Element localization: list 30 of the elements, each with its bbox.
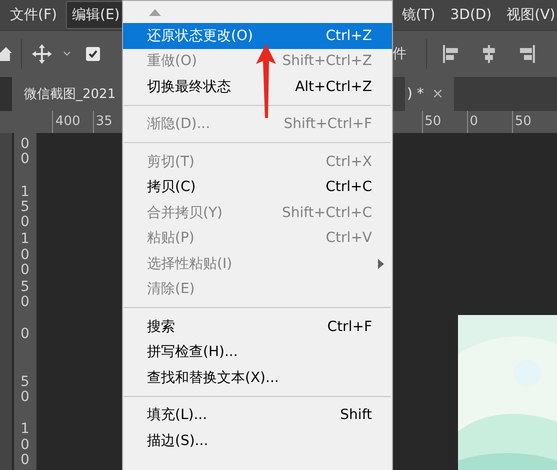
caret-icon[interactable] xyxy=(62,51,71,57)
move-tool-icon[interactable] xyxy=(30,43,53,65)
menu-item[interactable]: 填充(L)... Shift xyxy=(123,402,392,428)
document-tab[interactable]: ) * xyxy=(405,77,424,111)
ruler-number: 100 xyxy=(20,232,30,280)
align-left-icon[interactable] xyxy=(443,44,460,64)
menu-item[interactable]: 描边(S)... xyxy=(123,428,392,454)
ruler-number: 00 xyxy=(20,137,30,170)
option-label: 件 xyxy=(392,45,406,63)
ruler-number: 0 xyxy=(20,327,30,344)
align-center-icon[interactable] xyxy=(481,44,498,64)
menu-item[interactable]: 拼写检查(H)... xyxy=(123,340,392,365)
menu-item[interactable]: 拷贝(C) Ctrl+C xyxy=(123,174,392,200)
ruler-number: 50 xyxy=(20,374,30,408)
checkbox[interactable] xyxy=(86,47,100,61)
menu-item[interactable]: 切换最终状态 Alt+Ctrl+Z xyxy=(123,74,392,100)
align-right-icon[interactable] xyxy=(519,44,535,64)
menu-bar-item[interactable]: 3D(D) xyxy=(444,2,498,28)
document-tab[interactable]: 微信截图_2021 xyxy=(12,77,122,111)
menu-bar-item[interactable]: 文件(F) xyxy=(4,1,63,29)
close-icon[interactable]: × xyxy=(424,77,454,111)
ruler-number: 100 xyxy=(20,422,30,470)
menu-item[interactable]: 查找和替换文本(X)... xyxy=(123,365,392,390)
menu-item[interactable]: 还原状态更改(O) Ctrl+Z xyxy=(123,23,392,48)
ruler-number: 50 xyxy=(20,280,30,312)
menu-bar-item[interactable]: 视图(V) xyxy=(500,1,557,29)
home-icon[interactable] xyxy=(0,45,12,63)
ruler-number: 150 xyxy=(20,184,30,232)
menu-bar-item[interactable]: 镜(T) xyxy=(396,1,442,29)
menu-item[interactable]: 搜索 Ctrl+F xyxy=(123,314,392,340)
